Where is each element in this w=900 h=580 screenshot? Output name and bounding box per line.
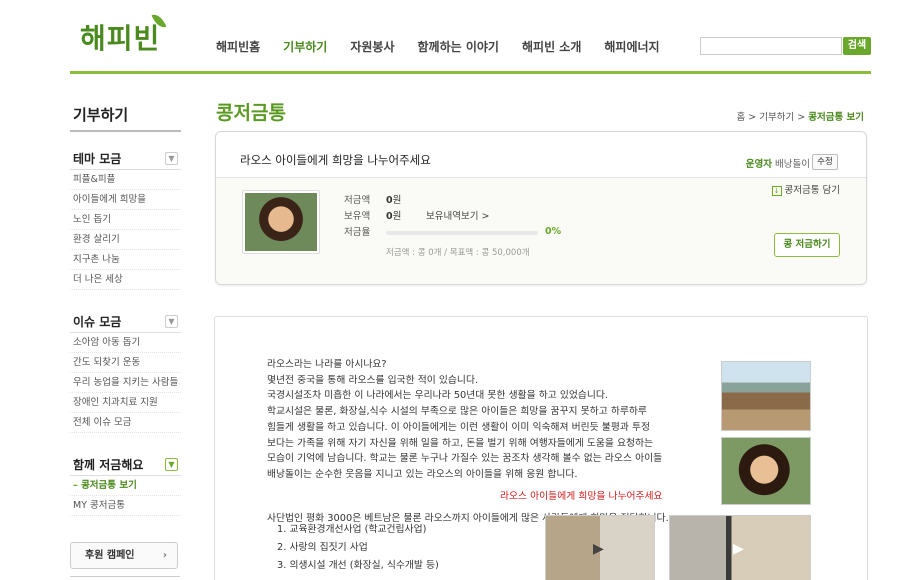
profile-photo: [242, 190, 320, 254]
sidebar-item[interactable]: 아이들에게 희망을: [70, 190, 181, 210]
edit-button[interactable]: 수정: [812, 154, 838, 170]
breadcrumb-donate[interactable]: 기부하기: [759, 112, 794, 123]
project-list: 1. 교육환경개선사업 (학교건립사업) 2. 사랑의 집짓기 사업 3. 의생…: [277, 521, 439, 575]
global-nav: 해피빈홈 기부하기 자원봉사 함께하는 이야기 해피빈 소개 해피에너지: [216, 38, 683, 55]
card-body: 저금액 0원 보유액 0원 보유내역보기 > 저금율 0% 저금액 : 콩 0개…: [216, 178, 866, 284]
breadcrumb-sep: >: [797, 112, 806, 123]
chevron-right-icon: ›: [162, 550, 167, 561]
saved-label: 저금액: [344, 195, 371, 206]
child-photo: [245, 193, 317, 251]
progress-bar: [386, 231, 538, 235]
nav-energy[interactable]: 해피에너지: [604, 38, 659, 55]
goal-text: 저금액 : 콩 0개 / 목표액 : 콩 50,000개: [386, 248, 530, 258]
held-unit: 원: [392, 211, 402, 222]
breadcrumb-current: 콩저금통 보기: [808, 112, 864, 123]
story-content: 라오스라는 나라를 아시나요? 몇년전 중국을 통해 라오스를 입국한 적이 있…: [214, 316, 868, 580]
operator-info: 운영자 배낭돌이: [746, 156, 810, 170]
breadcrumb: 홈 > 기부하기 > 콩저금통 보기: [736, 109, 864, 123]
basket-link[interactable]: ↓ 콩저금통 담기: [771, 182, 840, 196]
sidebar-item[interactable]: 전체 이슈 모금: [70, 413, 181, 433]
campaign-button-label: 후원 캠페인: [85, 550, 135, 561]
sidebar-title-divider: [70, 130, 181, 132]
saved-amount: 0: [386, 195, 393, 206]
saved-value: 0원: [386, 192, 401, 206]
held-value: 0원: [386, 208, 401, 222]
campaign-button[interactable]: 후원 캠페인 ›: [70, 542, 178, 569]
logo[interactable]: 해피빈: [80, 11, 167, 63]
story-highlight: 라오스 아이들에게 희망을 나누어주세요: [500, 490, 663, 502]
rate-label: 저금율: [344, 227, 371, 238]
sidebar-item[interactable]: 간도 되찾기 운동: [70, 353, 181, 373]
held-amount: 0: [386, 211, 393, 222]
arrow-right-icon: ▶: [733, 541, 744, 557]
sidebar-item[interactable]: MY 콩저금통: [70, 496, 181, 516]
chevron-down-icon[interactable]: ▼: [165, 458, 178, 471]
story-line: 국경시설조차 미흡한 이 나라에서는 우리나라 50년대 못한 생활을 하고 있…: [267, 390, 609, 402]
story-line: 모습이 기억에 남습니다. 학교는 물론 누구나 가질수 있는 꿈조차 생각해 …: [267, 453, 663, 465]
chevron-down-icon[interactable]: ▼: [165, 315, 178, 328]
group-label: 테마 모금: [73, 152, 122, 166]
story-line: 보다는 가족을 위해 자기 자신을 위해 일을 하고, 돈을 벌기 위해 여행자…: [267, 437, 654, 449]
saved-unit: 원: [392, 195, 402, 206]
story-line: 배낭돌이는 순수한 웃음을 지니고 있는 라오스의 아이들을 위해 응원 합니다…: [267, 468, 578, 480]
story-line: 힘들게 생활을 하고 있습니다. 이 아이들에게는 이런 생활이 이미 익숙해져…: [267, 421, 650, 433]
nav-volunteer[interactable]: 자원봉사: [350, 38, 394, 55]
sidebar-group-issue: 이슈 모금 ▼ 소아암 아동 돕기 간도 되찾기 운동 우리 농업을 지키는 사…: [70, 311, 181, 433]
group-label: 함께 저금해요: [73, 458, 144, 472]
sidebar-bottom-divider: [70, 576, 180, 577]
sidebar-item[interactable]: 지구촌 나눔: [70, 250, 181, 270]
progress-percent: 0%: [545, 226, 562, 237]
page-title: 콩저금통: [216, 102, 286, 124]
donate-button[interactable]: 콩 저금하기: [774, 233, 840, 257]
landscape-photo: [721, 361, 811, 431]
project-item: 1. 교육환경개선사업 (학교건립사업): [277, 524, 427, 535]
operator-label: 운영자: [745, 159, 772, 170]
card-header: 라오스 아이들에게 희망을 나누어주세요 운영자 배낭돌이 수정: [216, 132, 866, 178]
operator-name[interactable]: 배낭돌이: [775, 159, 810, 170]
piggybank-title: 라오스 아이들에게 희망을 나누어주세요: [240, 153, 431, 167]
sidebar-title: 기부하기: [73, 106, 129, 124]
header-divider: [70, 71, 871, 74]
search-input[interactable]: [700, 37, 842, 55]
sidebar-item-active[interactable]: 콩저금통 보기: [70, 476, 181, 496]
sidebar-item[interactable]: 장애인 치과치료 지원: [70, 393, 181, 413]
chevron-down-icon[interactable]: ▼: [165, 152, 178, 165]
child-portrait-photo: [721, 437, 811, 505]
breadcrumb-home[interactable]: 홈: [736, 112, 745, 123]
sidebar-group-saving: 함께 저금해요 ▼ 콩저금통 보기 MY 콩저금통: [70, 454, 181, 516]
sidebar-group-theme: 테마 모금 ▼ 피플&피플 아이들에게 희망을 노인 돕기 환경 살리기 지구촌…: [70, 148, 181, 290]
story-line: 학교시설은 물론, 화장실,식수 시설의 부족으로 많은 아이들은 희망을 꿈꾸…: [267, 406, 647, 418]
history-link[interactable]: 보유내역보기 >: [426, 208, 489, 222]
sidebar-item[interactable]: 피플&피플: [70, 170, 181, 190]
group-label: 이슈 모금: [73, 315, 122, 329]
arrow-right-icon: ▶: [593, 541, 604, 557]
breadcrumb-sep: >: [748, 112, 757, 123]
story-text: 라오스라는 나라를 아시나요? 몇년전 중국을 통해 라오스를 입국한 적이 있…: [267, 357, 717, 527]
story-line: 몇년전 중국을 통해 라오스를 입국한 적이 있습니다.: [267, 374, 479, 386]
group-head[interactable]: 테마 모금 ▼: [70, 148, 181, 170]
piggybank-info-card: 라오스 아이들에게 희망을 나누어주세요 운영자 배낭돌이 수정 저금액 0원 …: [215, 131, 867, 285]
logo-text: 해피빈: [80, 22, 161, 55]
nav-about[interactable]: 해피빈 소개: [522, 38, 581, 55]
group-head[interactable]: 함께 저금해요 ▼: [70, 454, 181, 476]
sidebar-item[interactable]: 소아암 아동 돕기: [70, 333, 181, 353]
group-head[interactable]: 이슈 모금 ▼: [70, 311, 181, 333]
project-item: 3. 의생시설 개선 (화장실, 식수개발 등): [277, 560, 439, 571]
held-label: 보유액: [344, 211, 371, 222]
search-button[interactable]: 검색: [843, 37, 871, 55]
basket-label: 콩저금통 담기: [784, 185, 840, 196]
story-line: 라오스라는 나라를 아시나요?: [267, 359, 387, 370]
sidebar-item[interactable]: 노인 돕기: [70, 210, 181, 230]
sidebar-item[interactable]: 더 나은 세상: [70, 270, 181, 290]
nav-stories[interactable]: 함께하는 이야기: [418, 38, 499, 55]
nav-home[interactable]: 해피빈홈: [216, 38, 260, 55]
download-icon: ↓: [771, 186, 782, 196]
sidebar-item[interactable]: 우리 농업을 지키는 사람들: [70, 373, 181, 393]
nav-donate[interactable]: 기부하기: [283, 38, 327, 55]
project-item: 2. 사랑의 집짓기 사업: [277, 542, 368, 553]
sidebar-item[interactable]: 환경 살리기: [70, 230, 181, 250]
